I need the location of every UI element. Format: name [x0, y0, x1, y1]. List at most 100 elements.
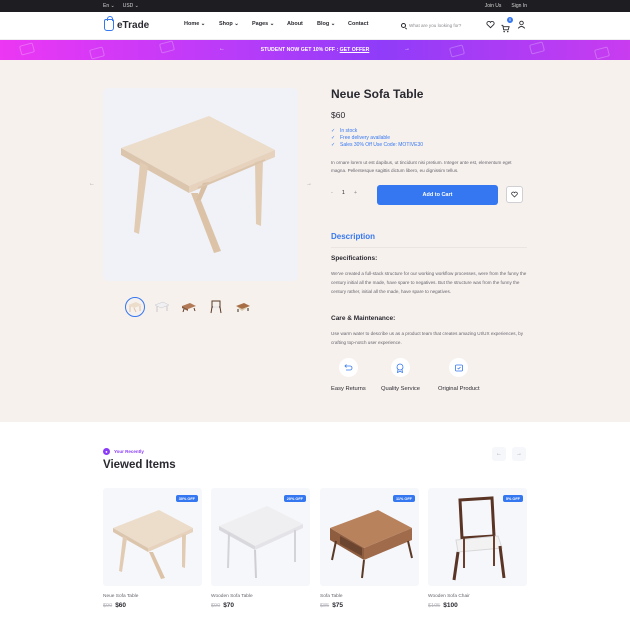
product-card-image[interactable]: 20% OFF	[211, 488, 310, 586]
promo-banner: ← STUDENT NOW GET 10% OFF : GET OFFER →	[0, 40, 630, 60]
logo[interactable]: eTrade	[104, 16, 150, 31]
cart-button[interactable]: 0	[501, 17, 513, 33]
nav-item-about[interactable]: About	[287, 21, 317, 27]
product-card[interactable]: 20% OFF Wooden Sofa Table $90 $70	[211, 488, 310, 609]
check-item: ✓ In stock	[331, 128, 358, 134]
search-icon	[401, 23, 406, 28]
product-card[interactable]: 11% OFF Sofa Table $85 $75	[320, 488, 419, 609]
next-image-arrow[interactable]: →	[306, 181, 312, 187]
product-card-image[interactable]: 5% OFF	[428, 488, 527, 586]
product-card-name[interactable]: Wooden Sofa Chair	[428, 594, 527, 599]
old-price: $90	[103, 603, 113, 609]
discount-badge: 30% OFF	[175, 495, 198, 502]
specifications-text: We've created a full-stack structure for…	[331, 271, 527, 295]
feature-label: Original Product	[438, 386, 480, 392]
wishlist-button[interactable]	[506, 186, 523, 203]
thumbnail-1[interactable]	[125, 297, 145, 317]
thumbnail-strip	[125, 297, 253, 317]
care-heading: Care & Maintenance:	[331, 315, 396, 322]
main-product-image	[103, 88, 298, 281]
qty-value[interactable]: 1	[342, 190, 345, 196]
currency-select[interactable]: USD ⌄	[123, 3, 139, 9]
checkmark-icon: ✓	[331, 128, 336, 134]
get-offer-link[interactable]: GET OFFER	[340, 47, 370, 53]
qty-minus-button[interactable]: -	[331, 190, 333, 196]
product-card-image[interactable]: 11% OFF	[320, 488, 419, 586]
product-check-list: ✓ In stock ✓ Free delivery available ✓ Sale…	[331, 128, 423, 149]
old-price: $85	[320, 603, 330, 609]
recent-badge: ● Your Recently	[103, 448, 144, 455]
discount-badge: 20% OFF	[283, 495, 306, 502]
thumbnail-2[interactable]	[152, 297, 172, 317]
promo-next-arrow[interactable]: →	[404, 46, 410, 52]
feature-easy-returns: Easy Returns	[331, 358, 366, 392]
quantity-stepper: - 1 +	[331, 190, 357, 196]
checkmark-icon: ✓	[331, 142, 336, 148]
tab-description[interactable]: Description	[331, 232, 375, 241]
check-item: ✓ Free delivery available	[331, 135, 391, 141]
user-icon[interactable]	[517, 20, 526, 29]
recent-badge-text: Your Recently	[114, 449, 144, 454]
product-price: $60	[331, 110, 346, 120]
prev-image-arrow[interactable]: ←	[89, 181, 95, 187]
search-input[interactable]: What are you looking for?	[401, 20, 473, 31]
product-card-name[interactable]: Neue Sofa Table	[103, 594, 202, 599]
thumbnail-3[interactable]	[179, 297, 199, 317]
top-utility-bar: En ⌄ USD ⌄ Join Us Sign In	[0, 0, 630, 12]
nav-item-home[interactable]: Home ⌄	[184, 21, 219, 27]
current-price: $60	[115, 602, 127, 609]
carousel-next-button[interactable]: →	[512, 447, 526, 461]
product-title: Neue Sofa Table	[331, 87, 424, 101]
specifications-heading: Specifications:	[331, 255, 378, 262]
logo-text: eTrade	[117, 19, 150, 31]
discount-badge: 11% OFF	[392, 495, 415, 502]
search-placeholder: What are you looking for?	[409, 23, 462, 28]
nav-item-shop[interactable]: Shop ⌄	[219, 21, 252, 27]
check-item: ✓ Sales 30% Off Use Code: MOTIVE30	[331, 142, 424, 148]
heart-icon[interactable]	[486, 20, 495, 29]
language-select[interactable]: En ⌄	[103, 3, 115, 9]
nav-item-blog[interactable]: Blog ⌄	[317, 21, 348, 27]
cart-icon	[501, 24, 510, 33]
section-title: Viewed Items	[103, 459, 176, 471]
tag-icon	[449, 358, 469, 377]
eye-icon: ●	[103, 448, 110, 455]
thumbnail-4[interactable]	[206, 297, 226, 317]
current-price: $100	[443, 602, 458, 609]
product-card[interactable]: 5% OFF Wooden Sofa Chair $105 $100	[428, 488, 527, 609]
nav-item-contact[interactable]: Contact	[348, 21, 368, 27]
product-card-name[interactable]: Sofa Table	[320, 594, 419, 599]
checkmark-icon: ✓	[331, 135, 336, 141]
return-icon	[338, 358, 358, 377]
feature-label: Quality Service	[381, 386, 420, 392]
product-short-description: In ornare lorem ut est dapibus, ut tinci…	[331, 160, 512, 173]
heart-icon	[511, 191, 518, 198]
product-detail-section: ← → Neue Sofa Table $60 ✓ In stock ✓ Free …	[0, 60, 630, 422]
thumbnail-5[interactable]	[233, 297, 253, 317]
care-text: Use warm water to describe us as a produ…	[331, 331, 524, 346]
old-price: $105	[428, 603, 441, 609]
product-card-price: $90 $70	[211, 602, 310, 609]
current-price: $75	[332, 602, 344, 609]
add-to-cart-button[interactable]: Add to Cart	[377, 185, 498, 205]
shopping-bag-icon	[104, 16, 114, 31]
product-card-price: $85 $75	[320, 602, 419, 609]
wooden-coffee-table-image	[330, 510, 413, 579]
main-header: eTrade Home ⌄ Shop ⌄ Pages ⌄ About Blog …	[0, 12, 630, 40]
product-card[interactable]: 30% OFF Neue Sofa Table $90 $60	[103, 488, 202, 609]
product-card-name[interactable]: Wooden Sofa Table	[211, 594, 310, 599]
product-card-price: $90 $60	[103, 602, 202, 609]
language-value: En	[103, 3, 110, 9]
sofa-table-image	[113, 510, 193, 579]
sign-in-link[interactable]: Sign In	[511, 3, 527, 9]
join-us-link[interactable]: Join Us	[485, 3, 502, 9]
qty-plus-button[interactable]: +	[354, 190, 357, 196]
feature-original-product: Original Product	[438, 358, 480, 392]
nav-item-pages[interactable]: Pages ⌄	[252, 21, 287, 27]
badge-icon	[390, 358, 410, 377]
white-table-image	[219, 506, 303, 579]
carousel-prev-button[interactable]: ←	[492, 447, 506, 461]
product-card-image[interactable]: 30% OFF	[103, 488, 202, 586]
cart-count-badge: 0	[507, 17, 513, 23]
product-card-price: $105 $100	[428, 602, 527, 609]
